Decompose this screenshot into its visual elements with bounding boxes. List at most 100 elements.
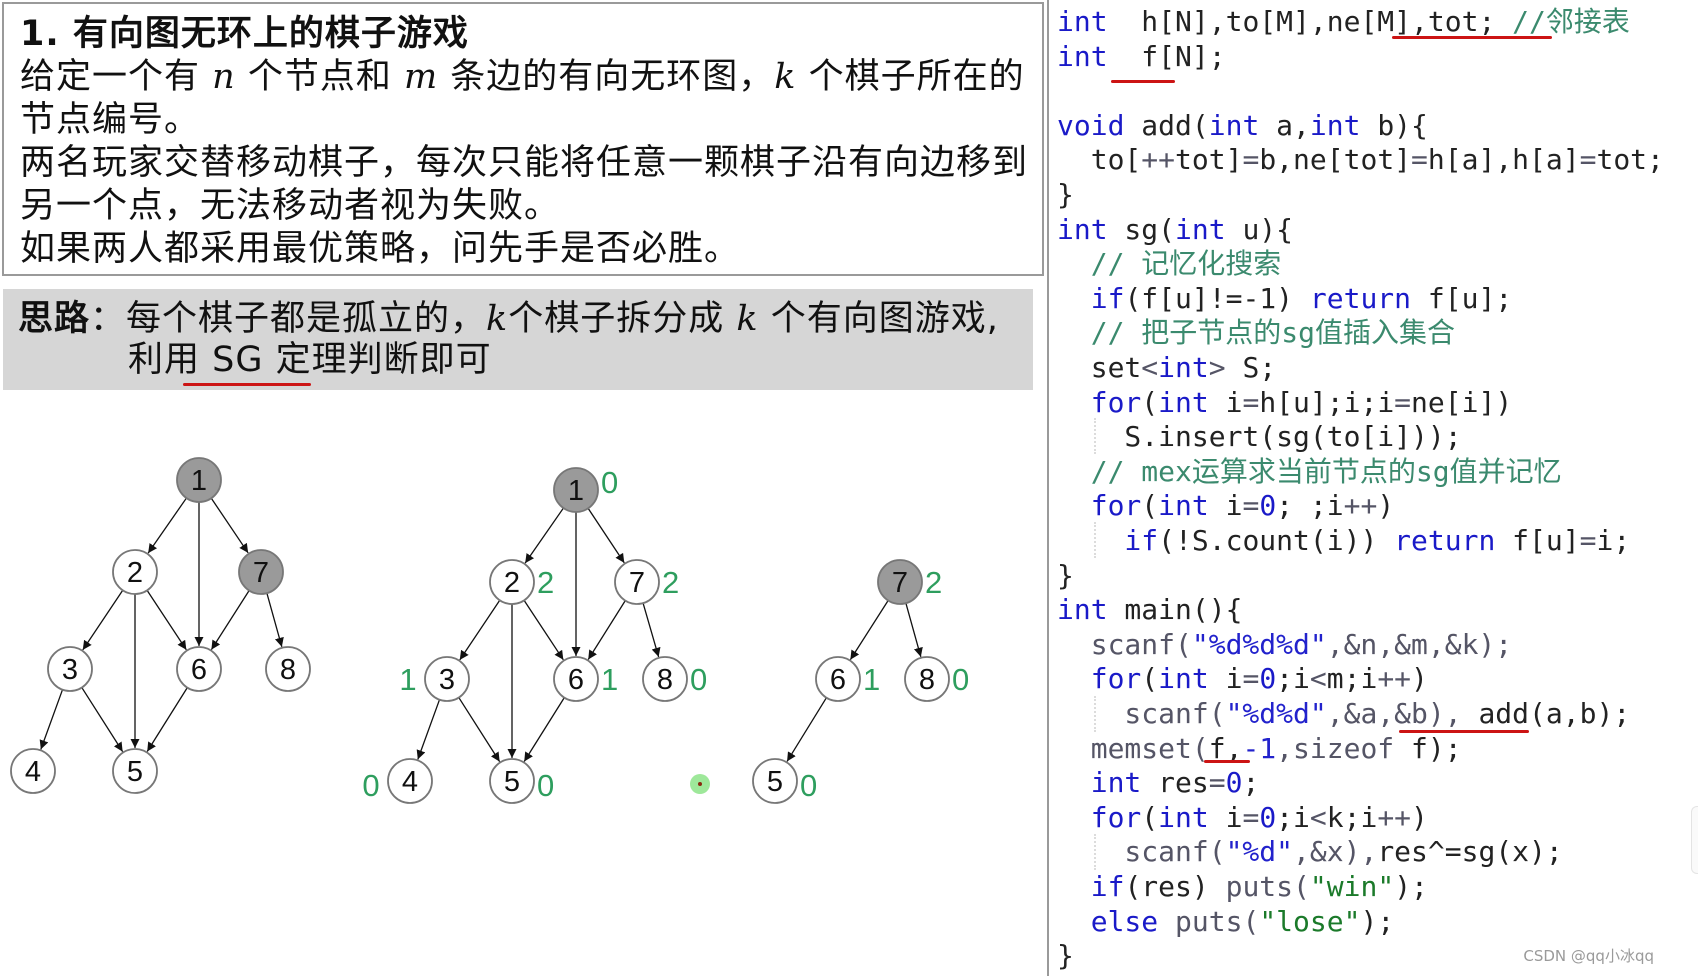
game-graphs: 12 73 6 84 51 02 2 7 231 6 1 8 040 5 07 26 1 8 05 0 bbox=[10, 457, 969, 804]
code-token: if bbox=[1057, 524, 1159, 557]
hint-text-a: 每个棋子都是孤立的， bbox=[126, 299, 487, 339]
red-annotation-underline bbox=[1111, 80, 1175, 83]
code-token: ++ bbox=[1343, 489, 1378, 523]
mouse-cursor-indicator bbox=[690, 774, 710, 794]
edge-7-8 bbox=[905, 603, 923, 658]
code-token: ne[i]) bbox=[1411, 385, 1513, 419]
code-token: < bbox=[1141, 351, 1159, 384]
code-token: tot; bbox=[1596, 143, 1664, 177]
edge-1-2 bbox=[147, 497, 187, 554]
code-token: < bbox=[1309, 662, 1327, 696]
node-7-label: 7 bbox=[253, 557, 269, 589]
code-line: scanf("%d%d",&a,&b), add(a,b); bbox=[1057, 697, 1630, 731]
code-token: ( bbox=[1141, 662, 1159, 696]
code-panel: int h[N],to[M],ne[M],tot; //邻接表 int f[N];… bbox=[1047, 0, 1698, 976]
code-token: S; bbox=[1225, 351, 1277, 384]
code-token: int bbox=[1158, 489, 1209, 523]
code-line: int h[N],to[M],ne[M],tot; //邻接表 bbox=[1057, 5, 1630, 39]
sg-value-label: 1 bbox=[863, 662, 880, 697]
edge-1-7 bbox=[587, 507, 625, 564]
problem-line-5: 如果两人都采用最优策略，问先手是否必胜。 bbox=[20, 228, 740, 271]
code-token: ; bbox=[1242, 766, 1260, 800]
code-token: res bbox=[1141, 766, 1209, 800]
sg-value-label: 0 bbox=[537, 768, 554, 803]
code-line: for(int i=h[u];i;i=ne[i]) bbox=[1057, 386, 1512, 420]
code-token: < bbox=[1309, 800, 1327, 834]
sg-value-label: 0 bbox=[690, 662, 707, 697]
indent-guide bbox=[1094, 418, 1096, 454]
edge-1-7 bbox=[210, 497, 249, 554]
edge-7-6 bbox=[587, 600, 626, 660]
code-token: = bbox=[1242, 800, 1260, 834]
hint-label: 思路 bbox=[18, 299, 91, 339]
code-token: 0 bbox=[1259, 489, 1277, 523]
code-token: "lose" bbox=[1259, 904, 1361, 938]
code-token: int bbox=[1208, 108, 1260, 142]
problem-line-3: 两名玩家交替移动棋子，每次只能将任意一颗棋子沿有向边移到 bbox=[20, 142, 1028, 185]
sg-value-label: 1 bbox=[399, 662, 416, 697]
edge-6-5 bbox=[523, 697, 565, 762]
edge-3-5 bbox=[81, 687, 124, 752]
scroll-handle[interactable] bbox=[1691, 806, 1698, 874]
sg-value-label: 0 bbox=[952, 662, 969, 697]
code-token: ,&n,&m,&k); bbox=[1326, 627, 1513, 661]
code-line: if(!S.count(i)) return f[u]=i; bbox=[1057, 524, 1630, 558]
math-variable: n bbox=[212, 57, 236, 97]
red-annotation-underline bbox=[1399, 730, 1529, 733]
code-token: = bbox=[1242, 143, 1260, 177]
code-token: ,&a,&b), bbox=[1326, 697, 1479, 730]
code-token: ++ bbox=[1377, 800, 1412, 834]
red-annotation-underline bbox=[1392, 36, 1552, 39]
node-6-label: 6 bbox=[191, 654, 207, 686]
edge-7-8 bbox=[642, 602, 661, 658]
node-5-label: 5 bbox=[504, 766, 520, 798]
code-token: ;i bbox=[1276, 800, 1310, 834]
code-line: // 记忆化搜索 bbox=[1057, 247, 1282, 281]
code-token: int bbox=[1158, 800, 1209, 834]
code-token: h[a],h[a] bbox=[1427, 143, 1580, 177]
problem-line-1: 给定一个有 n 个节点和 m 条边的有向无环图，k 个棋子所在的 bbox=[20, 56, 1025, 99]
code-line: set<int> S; bbox=[1057, 351, 1276, 385]
hint-line-1: 思路：每个棋子都是孤立的，k个棋子拆分成 k 个有向图游戏, bbox=[18, 298, 999, 341]
code-token: (res) bbox=[1124, 870, 1226, 903]
node-6-label: 6 bbox=[568, 664, 584, 696]
node-6-label: 6 bbox=[830, 664, 846, 696]
code-token: int bbox=[1057, 212, 1108, 246]
code-line: scanf("%d",&x),res^=sg(x); bbox=[1057, 835, 1562, 869]
node-1-label: 1 bbox=[191, 465, 207, 497]
code-token: puts( bbox=[1175, 904, 1260, 938]
code-token: for bbox=[1057, 662, 1142, 696]
code-token: } bbox=[1057, 939, 1074, 973]
code-token: = bbox=[1579, 524, 1597, 557]
node-8-label: 8 bbox=[280, 654, 296, 686]
code-token: scanf( bbox=[1057, 697, 1226, 730]
code-token: ,&x), bbox=[1293, 835, 1378, 869]
code-token: > bbox=[1208, 351, 1226, 384]
code-token: a, bbox=[1259, 108, 1310, 142]
sg-value-label: 2 bbox=[925, 565, 942, 600]
edge-1-2 bbox=[524, 507, 564, 564]
node-8-label: 8 bbox=[657, 664, 673, 696]
code-token: puts( bbox=[1225, 870, 1310, 903]
watermark: CSDN @qq小冰qq bbox=[1523, 947, 1654, 965]
code-line: // mex运算求当前节点的sg值并记忆 bbox=[1057, 455, 1562, 489]
code-token: main(){ bbox=[1107, 593, 1243, 627]
code-token: = bbox=[1242, 385, 1260, 419]
code-token: } bbox=[1057, 558, 1074, 592]
code-token: ++ bbox=[1377, 662, 1412, 696]
code-token: ( bbox=[1141, 489, 1159, 523]
code-token: "%d%d%d" bbox=[1191, 627, 1327, 661]
sg-value-label: 0 bbox=[362, 768, 379, 803]
code-token: 0 bbox=[1259, 800, 1277, 834]
code-line: int f[N]; bbox=[1057, 40, 1226, 74]
node-7-label: 7 bbox=[629, 567, 645, 599]
sg-value-label: 0 bbox=[601, 465, 618, 500]
problem-line-2: 节点编号。 bbox=[20, 99, 200, 142]
code-token: ++ bbox=[1141, 143, 1176, 177]
code-token: add( bbox=[1124, 108, 1209, 142]
code-line: } bbox=[1057, 559, 1074, 593]
code-token: i bbox=[1208, 385, 1243, 419]
code-token: = bbox=[1394, 385, 1412, 419]
code-line: for(int i=0; ;i++) bbox=[1057, 489, 1394, 523]
code-token: int bbox=[1057, 39, 1108, 73]
